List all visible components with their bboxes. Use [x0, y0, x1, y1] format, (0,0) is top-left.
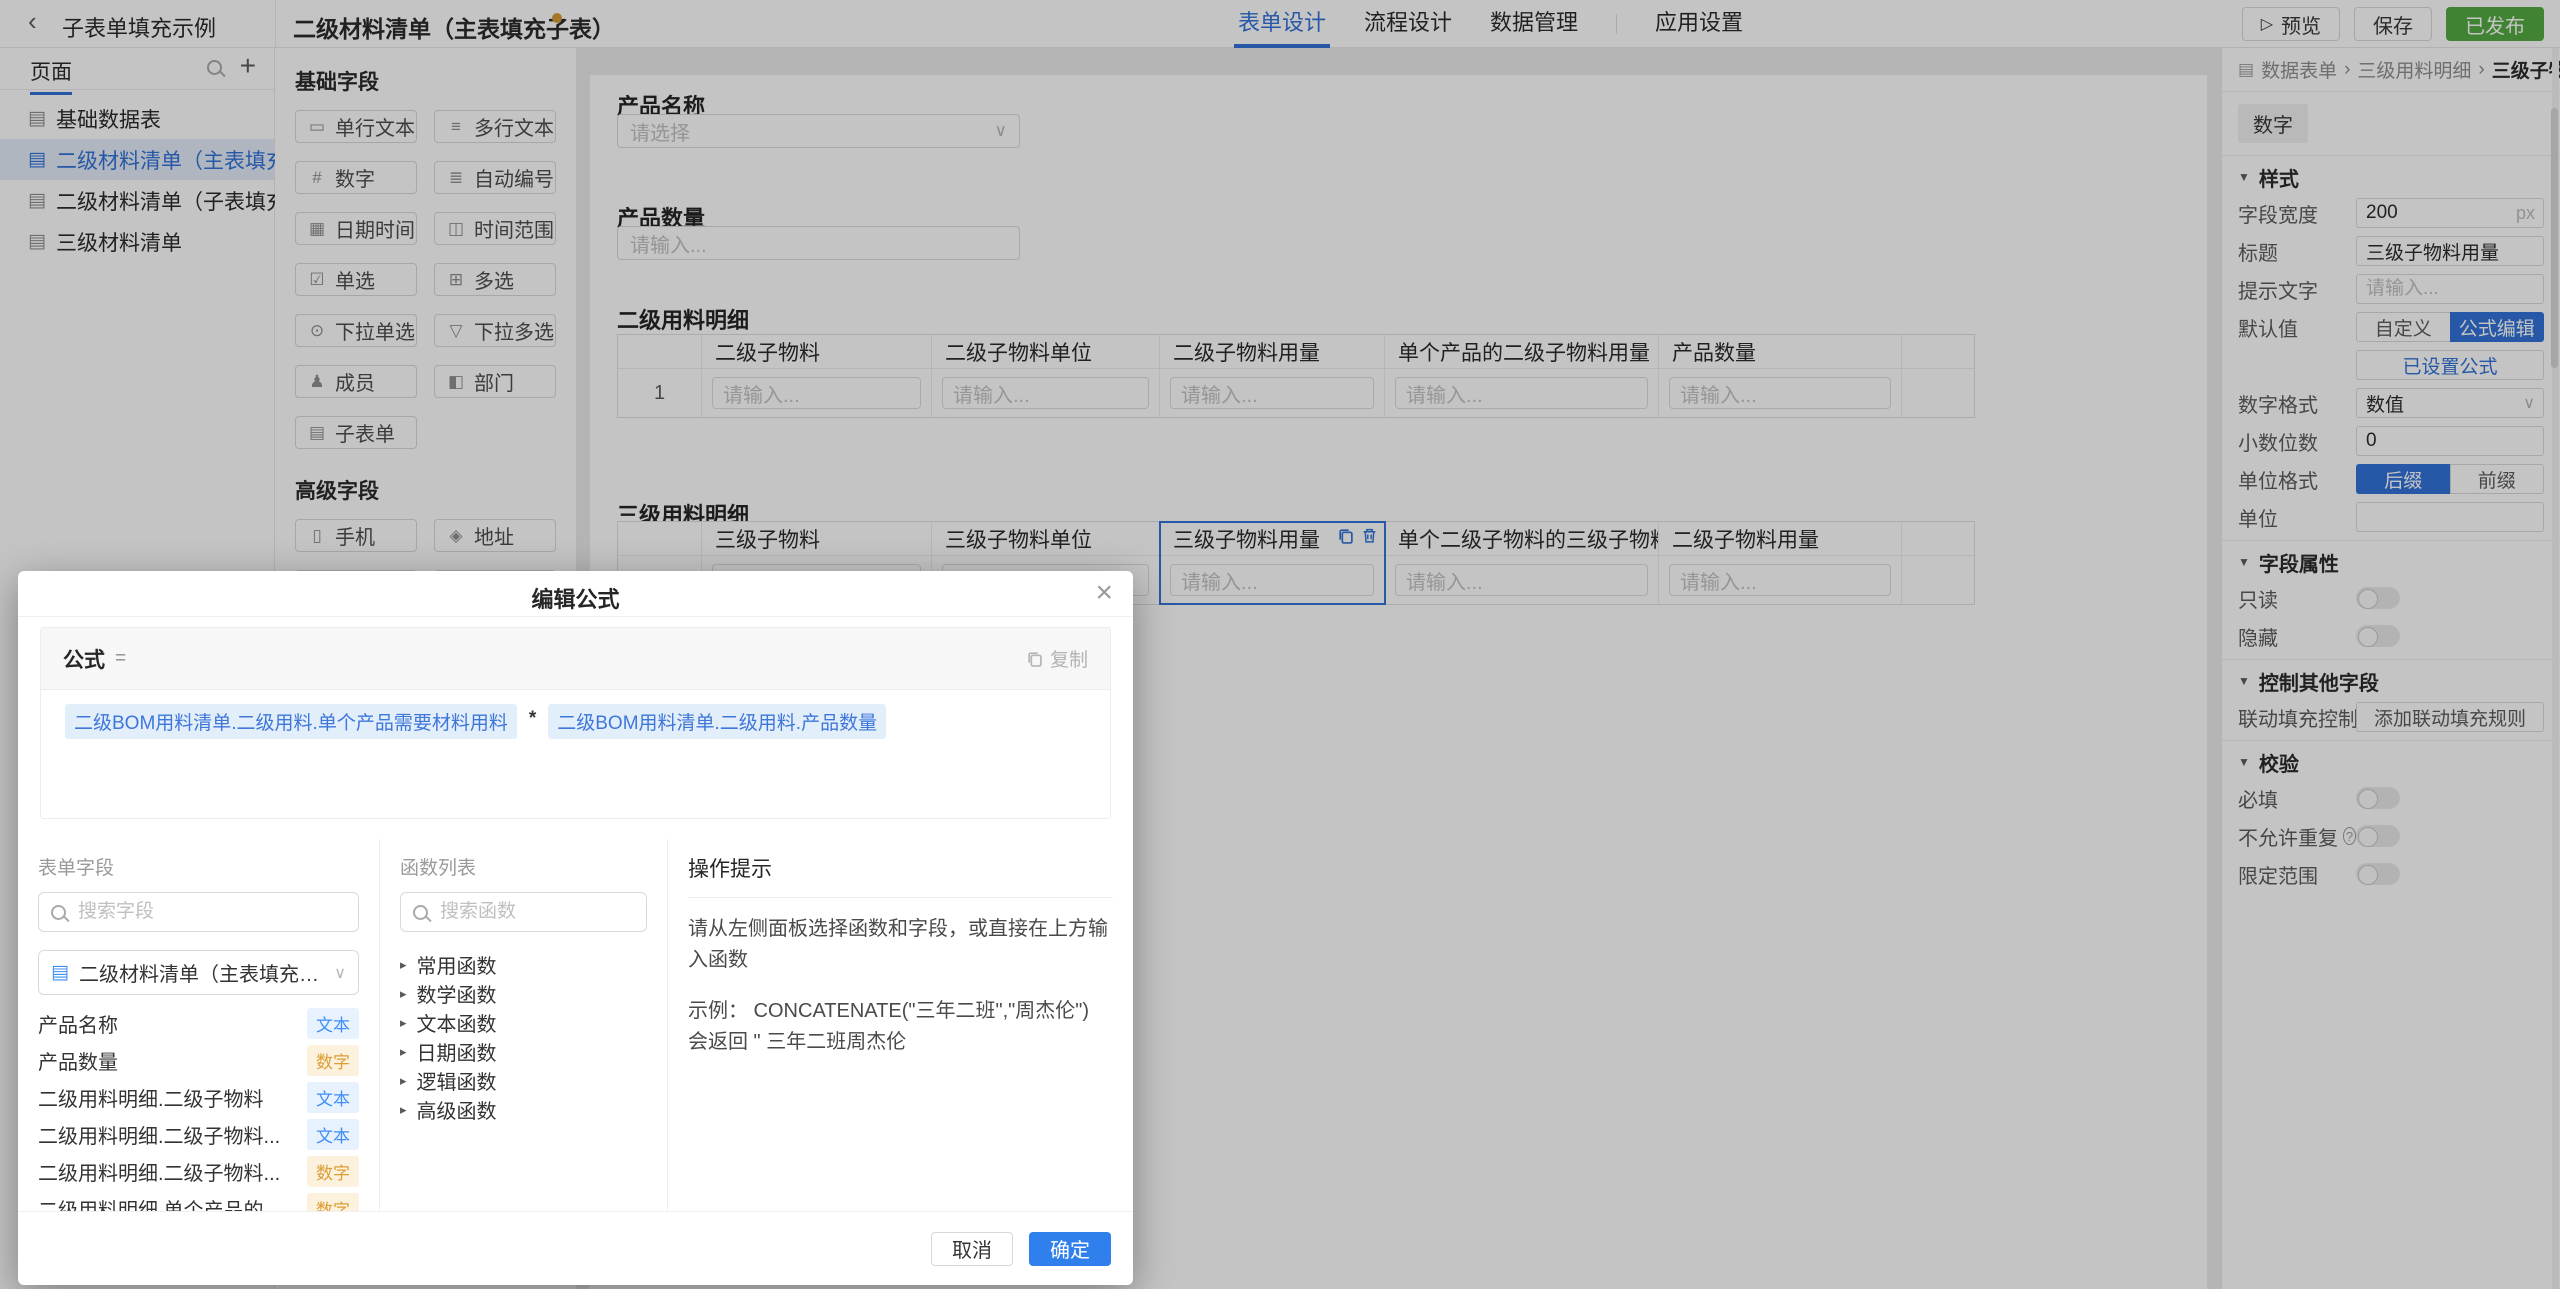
caret-right-icon: ▸ [400, 1043, 407, 1059]
modal-header: 编辑公式 × [18, 571, 1133, 617]
formula-box: 公式 = 复制 二级BOM用料清单.二级用料.单个产品需要材料用料 * 二级BO… [40, 627, 1111, 819]
form-selector[interactable]: ▤ 二级材料清单（主表填充子表） ∨ [38, 950, 359, 995]
caret-right-icon: ▸ [400, 956, 407, 972]
type-badge: 文本 [307, 1082, 359, 1113]
tips-line1: 请从左侧面板选择函数和字段，或直接在上方输入函数 [688, 918, 1108, 971]
functions-panel: 函数列表 ▸常用函数 ▸数学函数 ▸文本函数 ▸日期函数 ▸逻辑函数 ▸高级函数 [380, 839, 668, 1211]
category-logic[interactable]: ▸ 逻辑函数 [400, 1066, 647, 1095]
formula-editor[interactable]: 二级BOM用料清单.二级用料.单个产品需要材料用料 * 二级BOM用料清单.二级… [41, 690, 1110, 753]
copy-label: 复制 [1049, 650, 1088, 671]
field-item[interactable]: 产品名称 文本 [38, 1005, 359, 1042]
category-date[interactable]: ▸ 日期函数 [400, 1037, 647, 1066]
field-search-input[interactable] [76, 900, 346, 924]
form-selector-label: 二级材料清单（主表填充子表） [78, 964, 324, 986]
field-list: 产品名称 文本 产品数量 数字 二级用料明细.二级子物料 文本 二级用料明细.二级子物… [38, 1005, 359, 1211]
modal-panels: 表单字段 ▤ 二级材料清单（主表填充子表） ∨ 产品名称文本 产品数量数字 二级… [18, 839, 1133, 1211]
category-advanced[interactable]: ▸ 高级函数 [400, 1095, 647, 1124]
formula-label: 公式 [63, 648, 105, 672]
formula-token-left[interactable]: 二级BOM用料清单.二级用料.单个产品需要材料用料 [65, 704, 517, 739]
field-item[interactable]: 产品数量 数字 [38, 1042, 359, 1079]
form-fields-panel: 表单字段 ▤ 二级材料清单（主表填充子表） ∨ 产品名称文本 产品数量数字 二级… [18, 839, 380, 1211]
field-item[interactable]: 二级用料明细.二级子物料 文本 [38, 1079, 359, 1116]
form-fields-title: 表单字段 [38, 858, 115, 879]
caret-right-icon: ▸ [400, 985, 407, 1001]
caret-right-icon: ▸ [400, 1072, 407, 1088]
caret-right-icon: ▸ [400, 1101, 407, 1117]
type-badge: 数字 [307, 1045, 359, 1076]
formula-token-right[interactable]: 二级BOM用料清单.二级用料.产品数量 [548, 704, 887, 739]
tips-panel: 操作提示 请从左侧面板选择函数和字段，或直接在上方输入函数 示例： CONCAT… [668, 839, 1133, 1211]
function-search-input[interactable] [438, 900, 634, 924]
copy-formula-button[interactable]: 复制 [1026, 645, 1088, 672]
functions-title: 函数列表 [400, 858, 477, 879]
confirm-button[interactable]: 确定 [1029, 1231, 1111, 1266]
function-category-list: ▸ 常用函数 ▸ 数学函数 ▸ 文本函数 ▸ 日期函数 ▸ 逻辑函数 ▸ 高级函数 [400, 950, 647, 1124]
category-common[interactable]: ▸ 常用函数 [400, 950, 647, 979]
field-search-box[interactable] [38, 892, 359, 932]
edit-formula-modal: 编辑公式 × 公式 = 复制 二级BOM用料清单.二级用料.单个产品需要材料用料… [18, 571, 1133, 1285]
form-icon: ▤ [51, 962, 69, 983]
field-item[interactable]: 二级用料明细.二级子物料... 文本 [38, 1116, 359, 1153]
type-badge: 数字 [307, 1156, 359, 1187]
type-badge: 数字 [307, 1193, 359, 1211]
formula-box-header: 公式 = 复制 [41, 628, 1110, 690]
equals-sign: = [115, 647, 127, 669]
app-screen: ‹ 子表单填充示例 二级材料清单（主表填充子表） 表单设计 流程设计 数据管理 … [0, 0, 2560, 1289]
type-badge: 文本 [307, 1119, 359, 1150]
chevron-down-icon: ∨ [334, 964, 346, 982]
tips-title: 操作提示 [688, 858, 772, 881]
tips-line2: 示例： CONCATENATE("三年二班","周杰伦") 会返回 " 三年二班… [688, 1000, 1089, 1053]
caret-right-icon: ▸ [400, 1014, 407, 1030]
field-item[interactable]: 二级用料明细.单个产品的... 数字 [38, 1190, 359, 1211]
formula-operator: * [528, 708, 537, 729]
field-item[interactable]: 二级用料明细.二级子物料... 数字 [38, 1153, 359, 1190]
modal-title: 编辑公式 [531, 587, 620, 612]
copy-icon [1028, 652, 1042, 667]
modal-footer: 取消 确定 [18, 1211, 1133, 1285]
type-badge: 文本 [307, 1008, 359, 1039]
function-search-box[interactable] [400, 892, 647, 932]
close-icon[interactable]: × [1095, 576, 1113, 610]
cancel-button[interactable]: 取消 [931, 1231, 1013, 1266]
category-math[interactable]: ▸ 数学函数 [400, 979, 647, 1008]
search-icon [413, 904, 428, 920]
search-icon [51, 904, 66, 920]
category-text[interactable]: ▸ 文本函数 [400, 1008, 647, 1037]
